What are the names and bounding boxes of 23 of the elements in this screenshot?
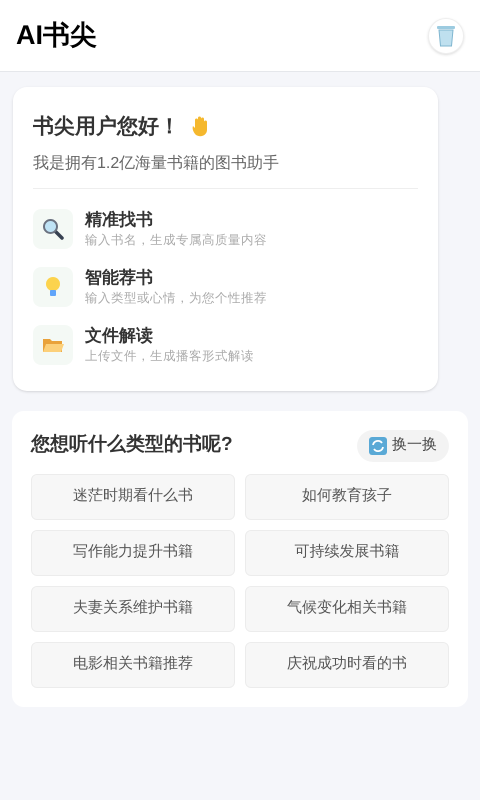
topic-chip[interactable]: 可持续发展书籍	[245, 530, 449, 576]
feature-description: 上传文件，生成播客形式解读	[85, 348, 254, 364]
app-title: AI书尖	[16, 19, 97, 52]
greeting-subtitle: 我是拥有1.2亿海量书籍的图书助手	[33, 154, 280, 174]
trash-icon	[436, 24, 456, 46]
topic-chip[interactable]: 夫妻关系维护书籍	[31, 586, 235, 632]
refresh-button[interactable]: 换一换	[357, 430, 449, 462]
topic-chip[interactable]: 写作能力提升书籍	[31, 530, 235, 576]
feature-title: 文件解读	[85, 324, 154, 346]
topic-chip[interactable]: 气候变化相关书籍	[245, 586, 449, 632]
feature-title: 精准找书	[85, 208, 154, 230]
magnifier-icon	[41, 216, 65, 240]
topics-title: 您想听什么类型的书呢?	[31, 432, 233, 458]
feature-description: 输入类型或心情，为您个性推荐	[85, 290, 267, 306]
topic-chip[interactable]: 如何教育孩子	[245, 474, 449, 520]
feature-description: 输入书名，生成专属高质量内容	[85, 232, 267, 248]
topic-chip[interactable]: 庆祝成功时看的书	[245, 642, 449, 688]
refresh-icon	[369, 436, 387, 454]
topic-chip[interactable]: 迷茫时期看什么书	[31, 474, 235, 520]
topic-chip[interactable]: 电影相关书籍推荐	[31, 642, 235, 688]
trash-button[interactable]	[428, 18, 464, 54]
greeting-title: 书尖用户您好！	[33, 114, 180, 140]
feature-title: 智能荐书	[85, 266, 154, 288]
